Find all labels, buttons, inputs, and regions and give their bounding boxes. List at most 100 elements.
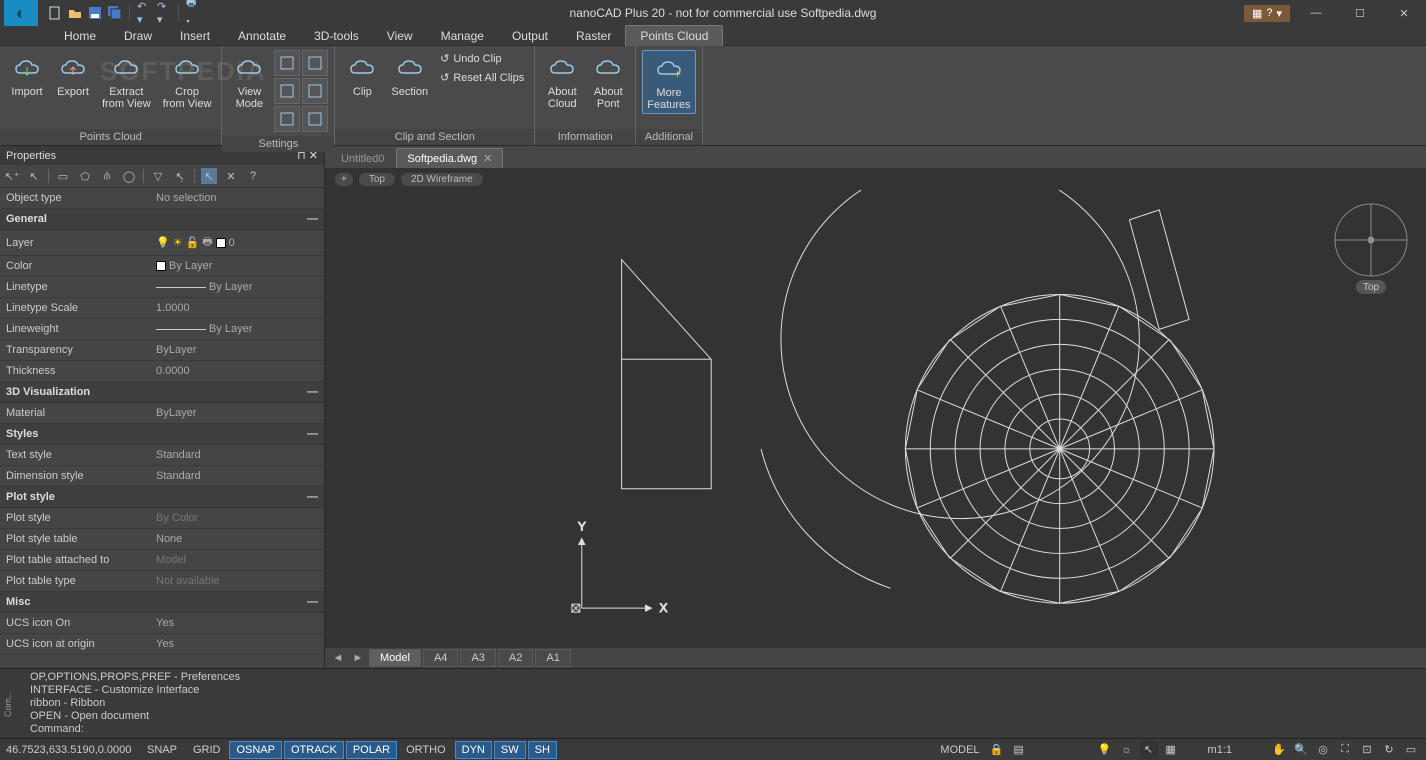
orbit-icon[interactable]: ◎ <box>1314 741 1332 759</box>
about-cloud-button[interactable]: About Cloud <box>541 50 583 112</box>
prop-row[interactable]: UCS icon OnYes <box>0 613 324 634</box>
status-toggle-sw[interactable]: SW <box>494 741 526 759</box>
layout-prev-icon[interactable]: ◄ <box>329 652 347 664</box>
doc-tab[interactable]: Untitled0 <box>331 150 394 168</box>
settings-cell-3[interactable] <box>302 78 328 104</box>
view-chip[interactable]: + <box>335 173 353 186</box>
collapse-icon[interactable]: — <box>307 596 318 608</box>
object-type-value[interactable]: No selection <box>150 189 324 207</box>
menu-tab-draw[interactable]: Draw <box>110 26 166 46</box>
filter-icon[interactable]: ▽ <box>150 168 166 184</box>
prop-row[interactable]: Plot style tableNone <box>0 529 324 550</box>
reset-all-clips-button[interactable]: ↺Reset All Clips <box>436 69 528 86</box>
settings-cell-2[interactable] <box>274 78 300 104</box>
view-mode-button[interactable]: View Mode <box>228 50 270 112</box>
menu-tab-raster[interactable]: Raster <box>562 26 625 46</box>
layout-tab-a1[interactable]: A1 <box>535 649 570 667</box>
minimize-button[interactable]: — <box>1294 0 1338 26</box>
new-icon[interactable] <box>46 4 64 22</box>
status-toggle-sh[interactable]: SH <box>528 741 557 759</box>
status-toggle-polar[interactable]: POLAR <box>346 741 397 759</box>
select-lasso-icon[interactable]: ◯ <box>121 168 137 184</box>
select-poly-icon[interactable]: ⬠ <box>77 168 93 184</box>
menu-tab-output[interactable]: Output <box>498 26 562 46</box>
quick-select-icon[interactable]: ↖̣ <box>172 168 188 184</box>
prop-row[interactable]: Plot styleBy Color <box>0 508 324 529</box>
save-icon[interactable] <box>86 4 104 22</box>
doc-tab[interactable]: Softpedia.dwg✕ <box>396 148 503 168</box>
layers-icon[interactable]: ▤ <box>1010 741 1028 759</box>
import-button[interactable]: Import <box>6 50 48 100</box>
prop-row[interactable]: Text styleStandard <box>0 445 324 466</box>
extract-from-view-button[interactable]: Extract from View <box>98 50 155 112</box>
prop-row[interactable]: Color By Layer <box>0 256 324 277</box>
select-fence-icon[interactable]: ⫛ <box>99 168 115 184</box>
export-button[interactable]: Export <box>52 50 94 100</box>
layout-tab-model[interactable]: Model <box>369 649 421 667</box>
settings-cell-0[interactable] <box>274 50 300 76</box>
prop-section-3d-visualization[interactable]: 3D Visualization— <box>0 382 324 403</box>
section-button[interactable]: Section <box>387 50 432 100</box>
regen-icon[interactable]: ↻ <box>1380 741 1398 759</box>
prop-section-styles[interactable]: Styles— <box>0 424 324 445</box>
settings-cell-4[interactable] <box>274 106 300 132</box>
select-rect-icon[interactable]: ▭ <box>55 168 71 184</box>
prop-row[interactable]: Plot table attached toModel <box>0 550 324 571</box>
prop-row[interactable]: Thickness0.0000 <box>0 361 324 382</box>
layout-next-icon[interactable]: ► <box>349 652 367 664</box>
pan-icon[interactable]: ✋ <box>1270 741 1288 759</box>
clip-button[interactable]: Clip <box>341 50 383 100</box>
zoom-extents-icon[interactable]: ⊡ <box>1358 741 1376 759</box>
prop-row[interactable]: UCS icon at originYes <box>0 634 324 655</box>
drawing-canvas[interactable]: X Y Top <box>325 190 1426 648</box>
about-pont-button[interactable]: About Pont <box>587 50 629 112</box>
collapse-icon[interactable]: — <box>307 213 318 225</box>
scale-readout[interactable]: m1:1 <box>1208 744 1232 756</box>
prop-row[interactable]: MaterialByLayer <box>0 403 324 424</box>
status-toggle-dyn[interactable]: DYN <box>455 741 492 759</box>
menu-tab-manage[interactable]: Manage <box>427 26 498 46</box>
prop-section-general[interactable]: General— <box>0 209 324 230</box>
cursor-icon[interactable]: ↖ <box>26 168 42 184</box>
layout-tab-a2[interactable]: A2 <box>498 649 533 667</box>
help-icon[interactable]: ? <box>245 168 261 184</box>
prop-row[interactable]: Dimension styleStandard <box>0 466 324 487</box>
undo-icon[interactable]: ↶ ▾ <box>135 4 153 22</box>
close-button[interactable]: ✕ <box>1382 0 1426 26</box>
menu-tab-insert[interactable]: Insert <box>166 26 224 46</box>
zoom-icon[interactable]: 🔍 <box>1292 741 1310 759</box>
crop-from-view-button[interactable]: Crop from View <box>159 50 216 112</box>
prop-section-misc[interactable]: Misc— <box>0 592 324 613</box>
menu-tab-points-cloud[interactable]: Points Cloud <box>625 25 723 46</box>
menu-tab-view[interactable]: View <box>373 26 427 46</box>
prop-row[interactable]: Linetype By Layer <box>0 277 324 298</box>
layout-tab-a4[interactable]: A4 <box>423 649 458 667</box>
layout-tab-a3[interactable]: A3 <box>460 649 495 667</box>
prop-row[interactable]: Plot table typeNot available <box>0 571 324 592</box>
settings-cell-5[interactable] <box>302 106 328 132</box>
save-all-icon[interactable] <box>106 4 124 22</box>
lock-icon[interactable]: 🔒 <box>988 741 1006 759</box>
tab-close-icon[interactable]: ✕ <box>483 152 492 165</box>
sun-icon[interactable]: ☼ <box>1118 741 1136 759</box>
model-indicator[interactable]: MODEL <box>936 744 983 756</box>
zoom-window-icon[interactable]: ⛶ <box>1336 741 1354 759</box>
status-toggle-ortho[interactable]: ORTHO <box>399 741 453 759</box>
redo-icon[interactable]: ↷ ▾ <box>155 4 173 22</box>
prop-row[interactable]: Linetype Scale1.0000 <box>0 298 324 319</box>
cursor-plus-icon[interactable]: ↖⁺ <box>4 168 20 184</box>
status-toggle-snap[interactable]: SNAP <box>140 741 184 759</box>
prop-section-plot-style[interactable]: Plot style— <box>0 487 324 508</box>
command-line[interactable]: Com... OP,OPTIONS,PROPS,PREF - Preferenc… <box>0 668 1426 738</box>
view-chip[interactable]: 2D Wireframe <box>401 173 483 186</box>
print-icon[interactable]: 🖶 ▾ <box>184 4 202 22</box>
undo-clip-button[interactable]: ↺Undo Clip <box>436 50 528 67</box>
collapse-icon[interactable]: — <box>307 428 318 440</box>
prop-row[interactable]: TransparencyByLayer <box>0 340 324 361</box>
cursor-status-icon[interactable]: ↖ <box>1140 741 1158 759</box>
deselect-icon[interactable]: ✕ <box>223 168 239 184</box>
collapse-icon[interactable]: — <box>307 491 318 503</box>
open-icon[interactable] <box>66 4 84 22</box>
menu-tab-home[interactable]: Home <box>50 26 110 46</box>
prop-row[interactable]: Lineweight By Layer <box>0 319 324 340</box>
